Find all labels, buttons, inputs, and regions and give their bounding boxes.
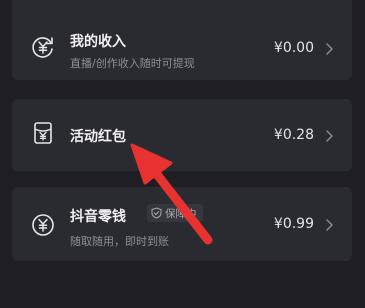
red-envelope-icon [28, 118, 58, 148]
red-envelope-row[interactable]: 活动红包 ¥0.28 [12, 99, 352, 171]
wallet-page: 我的收入 直播/创作收入随时可提现 ¥0.00 活动红包 ¥0.28 抖音零钱 … [0, 0, 365, 308]
badge-label: 保障中 [165, 207, 197, 220]
income-row[interactable]: 我的收入 直播/创作收入随时可提现 ¥0.00 [12, 0, 352, 80]
wallet-amount: ¥0.99 [273, 216, 314, 232]
wallet-subtitle: 随取随用，即时到账 [70, 235, 169, 248]
red-envelope-title: 活动红包 [70, 129, 126, 145]
chevron-right-icon [326, 43, 333, 55]
chevron-right-icon [326, 130, 333, 142]
wallet-title: 抖音零钱 [70, 209, 126, 225]
income-amount: ¥0.00 [273, 40, 314, 56]
income-subtitle: 直播/创作收入随时可提现 [70, 57, 195, 70]
wallet-balance-row[interactable]: 抖音零钱 保障中 随取随用，即时到账 ¥0.99 [12, 187, 352, 261]
chevron-right-icon [326, 219, 333, 231]
protection-badge: 保障中 [147, 204, 203, 222]
yuan-refresh-icon [28, 32, 58, 62]
red-envelope-amount: ¥0.28 [273, 127, 314, 143]
income-title: 我的收入 [70, 34, 126, 50]
shield-check-icon [151, 207, 162, 219]
yuan-coin-icon [28, 210, 58, 240]
